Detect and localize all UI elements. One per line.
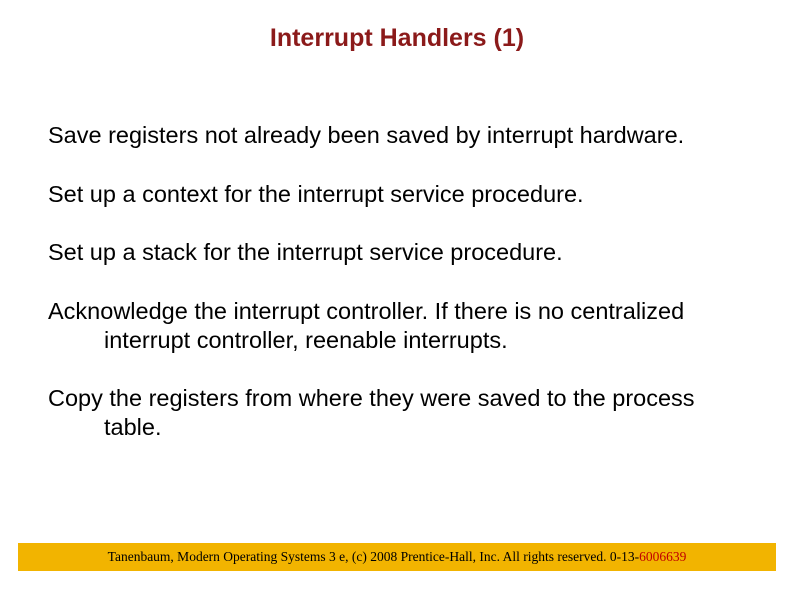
slide-container: Interrupt Handlers (1) Save registers no… — [0, 0, 794, 595]
list-item: Copy the registers from where they were … — [48, 384, 746, 441]
footer-suffix: 6006639 — [639, 549, 686, 564]
list-item: Save registers not already been saved by… — [48, 121, 746, 150]
footer-prefix: Tanenbaum, Modern Operating Systems 3 e,… — [108, 549, 639, 564]
list-item: Set up a context for the interrupt servi… — [48, 180, 746, 209]
slide-title: Interrupt Handlers (1) — [48, 24, 746, 53]
footer-bar: Tanenbaum, Modern Operating Systems 3 e,… — [18, 543, 776, 571]
list-item: Set up a stack for the interrupt service… — [48, 238, 746, 267]
list-item: Acknowledge the interrupt controller. If… — [48, 297, 746, 354]
slide-body: Save registers not already been saved by… — [48, 121, 746, 442]
footer-text: Tanenbaum, Modern Operating Systems 3 e,… — [108, 549, 687, 565]
